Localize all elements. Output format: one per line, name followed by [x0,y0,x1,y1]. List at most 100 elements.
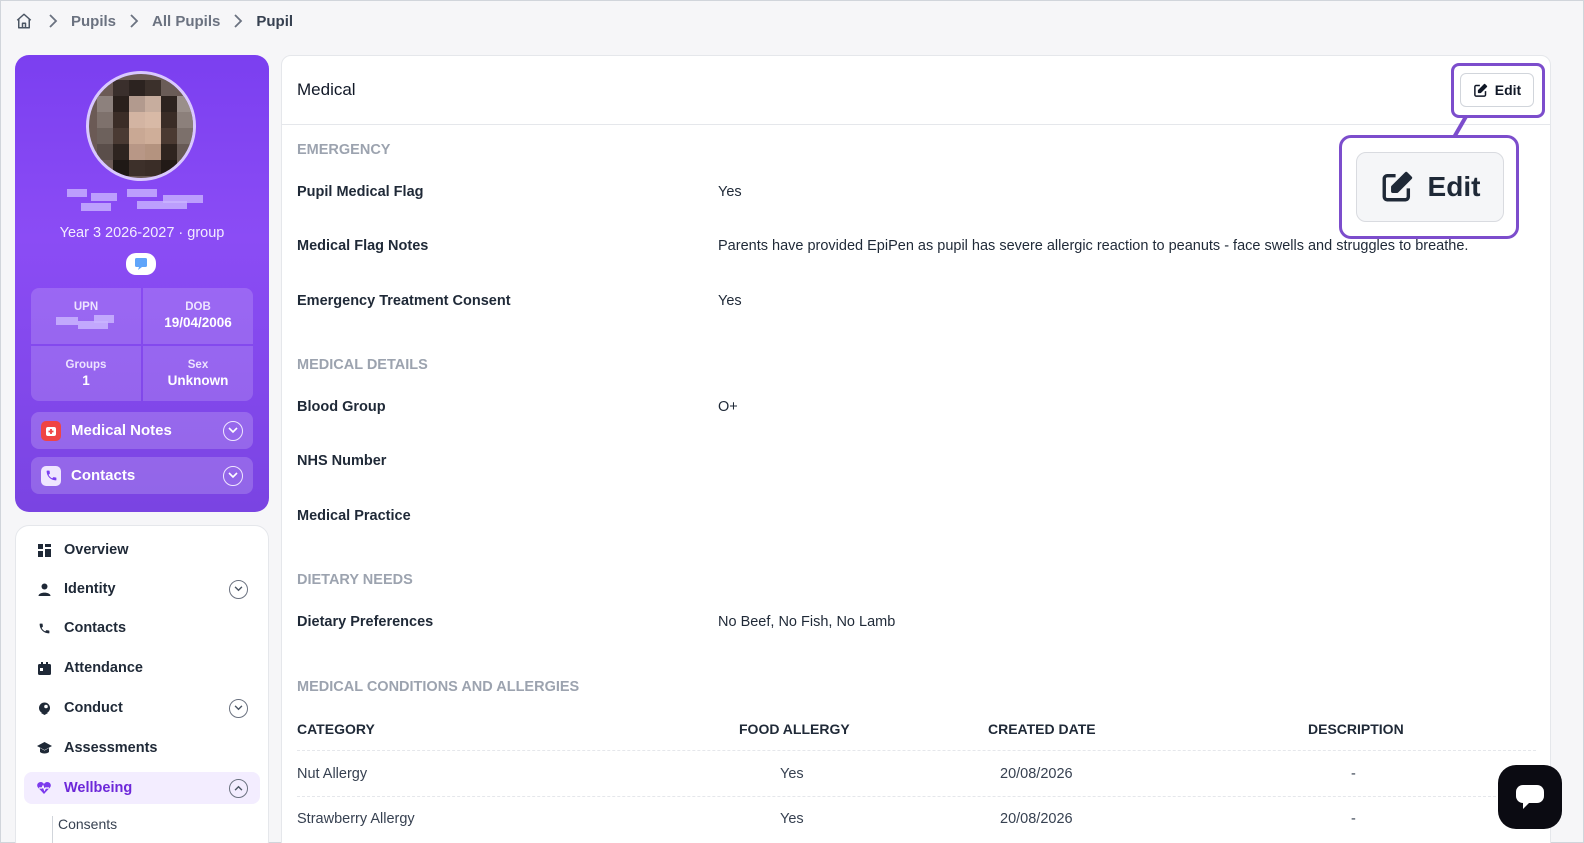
stat-sex-value: Unknown [167,372,229,388]
stat-groups-label: Groups [65,358,107,371]
stat-dob-label: DOB [185,301,211,314]
calendar-icon [36,660,52,676]
stat-sex-label: Sex [187,358,209,371]
edit-button[interactable]: Edit [1460,73,1534,107]
dietary-preferences-label: Dietary Preferences [297,614,434,630]
dietary-preferences-value: No Beef, No Fish, No Lamb [718,614,896,630]
side-nav: Overview Identity Contacts Attendance Co… [15,525,269,843]
chevron-down-icon [223,465,243,486]
medical-flag-notes-label: Medical Flag Notes [297,238,429,254]
phone-icon [41,465,61,486]
col-food-allergy: FOOD ALLERGY [739,721,850,737]
stat-dob-value: 19/04/2006 [164,315,232,331]
dietary-needs-heading: DIETARY NEEDS [297,572,413,588]
breadcrumb-pupils[interactable]: Pupils [71,13,116,30]
grid-icon [36,542,52,558]
chevron-right-icon [220,14,256,28]
medical-notes-label: Medical Notes [71,422,172,439]
nav-assessments-label: Assessments [64,740,158,756]
conditions-heading: MEDICAL CONDITIONS AND ALLERGIES [297,679,580,695]
blood-group-value: O+ [718,399,738,415]
nav-contacts-label: Contacts [64,620,127,636]
row-2-category: Strawberry Allergy [297,811,415,827]
medical-practice-label: Medical Practice [297,508,411,524]
edit-button-zoomed: Edit [1356,152,1504,222]
graduation-cap-icon [36,740,52,756]
chat-icon [1516,785,1544,809]
chat-launcher-button[interactable] [1498,765,1562,829]
nav-subitem-consents[interactable]: Consents [58,816,117,832]
chevron-up-icon[interactable] [229,778,248,798]
avatar [86,71,196,181]
chevron-down-icon[interactable] [229,698,248,718]
col-category: CATEGORY [297,721,375,737]
stat-groups-value: 1 [82,372,90,388]
table-divider [297,796,1536,797]
stat-upn-redacted [50,314,122,331]
nav-attendance-label: Attendance [64,660,143,676]
row-2-description: - [1351,811,1356,827]
year-group-label: Year 3 2026-2027 · group [59,225,225,241]
edit-icon [1382,171,1412,202]
nav-conduct-label: Conduct [64,700,123,716]
heart-pulse-icon [36,780,52,796]
medical-details-heading: MEDICAL DETAILS [297,357,428,373]
medical-kit-icon [41,420,61,441]
pupil-medical-flag-value: Yes [718,184,742,200]
nav-overview-label: Overview [64,542,129,558]
stat-sex: Sex Unknown [143,345,253,401]
app-frame: Pupils All Pupils Pupil Year 3 2026-2027… [0,0,1584,843]
chevron-down-icon[interactable] [229,579,248,599]
row-1-description: - [1351,766,1356,782]
breadcrumb-all-pupils[interactable]: All Pupils [152,13,220,30]
nav-item-wellbeing[interactable]: Wellbeing [24,772,260,804]
edit-button-label: Edit [1494,82,1522,98]
blood-group-label: Blood Group [297,399,386,415]
pupil-profile-card: Year 3 2026-2027 · group UPN DOB 19/04/2… [15,55,269,512]
stat-dob: DOB 19/04/2006 [143,288,253,344]
pupil-name-redacted [67,187,217,217]
nav-wellbeing-label: Wellbeing [64,780,133,796]
nav-item-conduct[interactable]: Conduct [24,692,260,724]
home-icon[interactable] [13,10,35,32]
panel-header: Medical Edit [282,56,1550,125]
edit-zoom-callout: Edit [1339,135,1519,239]
nhs-number-label: NHS Number [297,453,387,469]
stat-upn-label: UPN [73,300,99,313]
row-2-food-allergy: Yes [780,811,804,827]
medical-flag-notes-value: Parents have provided EpiPen as pupil ha… [718,238,1469,254]
contacts-accordion[interactable]: Contacts [31,457,253,494]
badge-icon [36,700,52,716]
table-divider [297,750,1536,751]
nav-item-contacts[interactable]: Contacts [24,612,260,644]
medical-panel: Medical Edit Edit EMERGENCY Pupil Medica… [281,55,1551,843]
breadcrumb: Pupils All Pupils Pupil [13,9,293,33]
chevron-right-icon [116,14,152,28]
emergency-treatment-consent-label: Emergency Treatment Consent [297,293,511,309]
col-description: DESCRIPTION [1308,721,1404,737]
row-1-created-date: 20/08/2026 [1000,766,1073,782]
page-title: Medical [297,80,356,99]
nav-item-identity[interactable]: Identity [24,573,260,605]
emergency-heading: EMERGENCY [297,142,391,158]
contacts-label: Contacts [71,467,136,484]
breadcrumb-current: Pupil [256,12,294,30]
nav-item-assessments[interactable]: Assessments [24,732,260,764]
edit-icon [1473,83,1487,97]
nav-item-overview[interactable]: Overview [24,534,260,566]
phone-icon [36,620,52,636]
chevron-down-icon [223,420,243,441]
user-icon [36,581,52,597]
stat-upn: UPN [31,288,141,344]
nav-identity-label: Identity [64,581,116,597]
pupil-medical-flag-label: Pupil Medical Flag [297,184,424,200]
message-icon[interactable] [126,253,156,275]
medical-notes-accordion[interactable]: Medical Notes [31,412,253,449]
emergency-treatment-consent-value: Yes [718,293,742,309]
row-1-food-allergy: Yes [780,766,804,782]
submenu-guide-line [52,816,53,843]
stat-groups: Groups 1 [31,345,141,401]
nav-item-attendance[interactable]: Attendance [24,652,260,684]
edit-zoomed-label: Edit [1427,171,1481,202]
row-1-category: Nut Allergy [297,766,368,782]
